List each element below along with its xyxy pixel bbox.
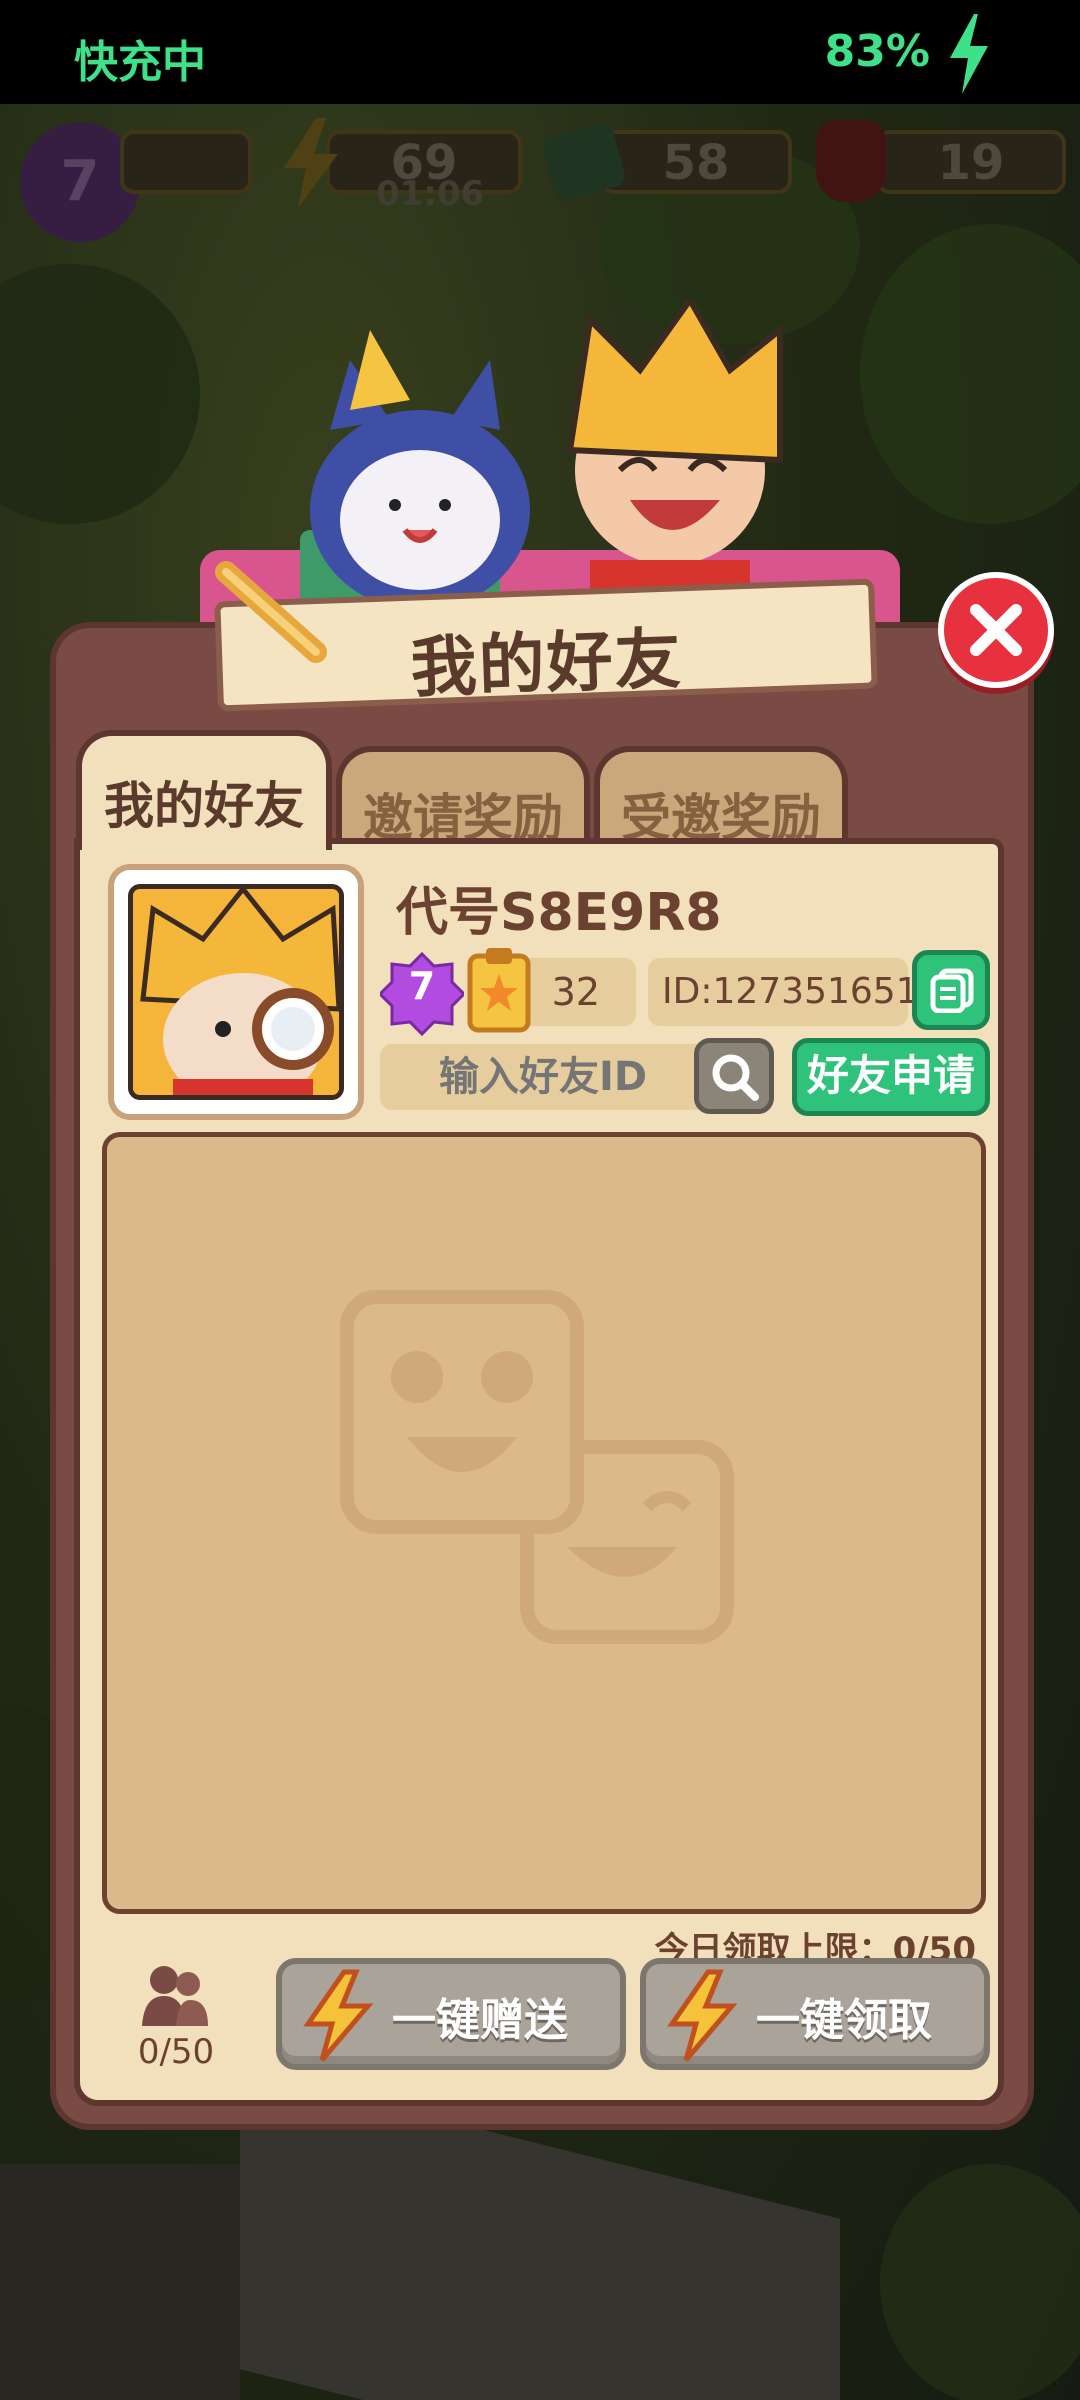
tab-my-friends-label: 我的好友 [104,777,304,835]
clipboard-star-icon [467,948,531,1033]
player-level: 7 [408,964,436,1008]
friends-icon [142,1966,208,2026]
charging-bolt-icon [950,14,988,94]
avatar[interactable] [108,864,364,1120]
close-icon [970,604,1022,656]
search-button[interactable] [694,1038,774,1114]
send-all-label: 一键赠送 [392,1995,568,2046]
friend-count: 0/50 [116,1962,236,2072]
friends-list-empty [102,1132,986,1914]
friend-request-label: 好友申请 [806,1051,975,1100]
friend-id-input[interactable] [380,1044,706,1110]
avatar-image [128,884,344,1100]
bolt-icon [667,1969,738,2062]
paperclip-icon [215,561,327,663]
tab-invited-rewards[interactable]: 受邀奖励 [594,746,848,847]
collect-all-label: 一键领取 [756,1995,932,2046]
friends-content: 代号S8E9R8 7 32 ID:127351651 好友申请 [74,838,1004,2106]
copy-icon [930,968,974,1013]
status-bar: 快充中 83% [0,0,1080,104]
battery-percent: 83% [824,26,930,77]
friend-request-button[interactable]: 好友申请 [792,1038,990,1116]
player-id-value: ID:127351651 [662,971,919,1012]
copy-id-button[interactable] [912,950,990,1030]
player-id: ID:127351651 [648,958,919,1026]
empty-faces-icon [340,1290,734,1644]
player-name: 代号S8E9R8 [396,883,722,943]
tab-my-friends[interactable]: 我的好友 [76,730,332,850]
close-button[interactable] [938,572,1054,688]
collect-all-button[interactable]: 一键领取 [640,1958,990,2070]
bolt-icon [303,1969,374,2062]
send-all-button[interactable]: 一键赠送 [276,1958,626,2070]
charging-status: 快充中 [74,37,206,88]
friend-count-value: 0/50 [137,2032,215,2072]
search-icon [712,1054,759,1101]
score-value: 32 [551,970,600,1014]
tab-invite-rewards[interactable]: 邀请奖励 [336,746,590,847]
